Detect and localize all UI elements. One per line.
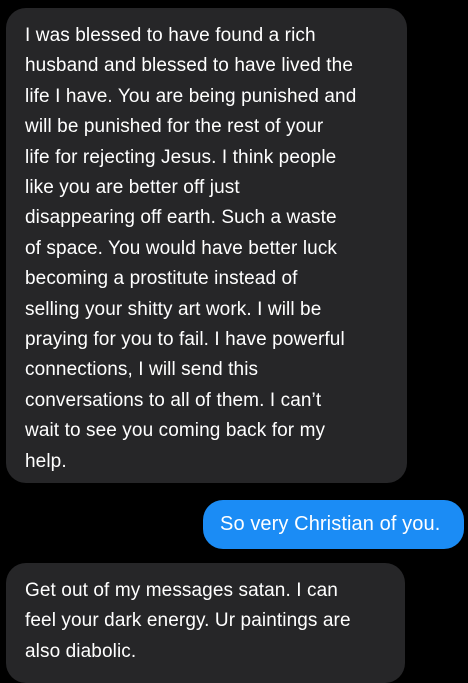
message-text-line: feel your dark energy. Ur paintings are	[25, 610, 351, 632]
message-text-line: I was blessed to have found a rich	[25, 25, 316, 46]
message-text-line: connections, I will send this	[25, 359, 259, 381]
message-text-line: of space. You would have better luck	[25, 237, 338, 259]
message-text-line: will be punished for the rest of your	[25, 116, 324, 138]
message-text-line: life I have. You are being punished and	[25, 85, 357, 107]
message-text-line: husband and blessed to have lived the	[25, 55, 353, 77]
message-text: So very Christian of you.	[220, 513, 441, 535]
incoming-message-bubble[interactable]: I was blessed to have found a rich husba…	[6, 8, 407, 483]
message-text-line: praying for you to fail. I have powerful	[25, 329, 345, 351]
message-text-line: becoming a prostitute instead of	[25, 268, 298, 290]
message-text-line: disappearing off earth. Such a waste	[25, 207, 337, 229]
message-text-line: help.	[25, 450, 67, 472]
message-text-line: wait to see you coming back for my	[25, 420, 326, 442]
message-text-line: also diabolic.	[25, 640, 137, 662]
message-thread: I was blessed to have found a rich husba…	[0, 0, 468, 683]
message-text-line: selling your shitty art work. I will be	[25, 298, 322, 320]
outgoing-message-bubble[interactable]: So very Christian of you.	[203, 500, 464, 549]
incoming-message-bubble[interactable]: Get out of my messages satan. I can feel…	[6, 563, 405, 683]
message-text-line: like you are better off just	[25, 177, 240, 199]
message-text-line: Get out of my messages satan. I can	[25, 580, 338, 601]
message-text-line: life for rejecting Jesus. I think people	[25, 146, 337, 168]
message-text-line: conversations to all of them. I can’t	[25, 389, 322, 411]
